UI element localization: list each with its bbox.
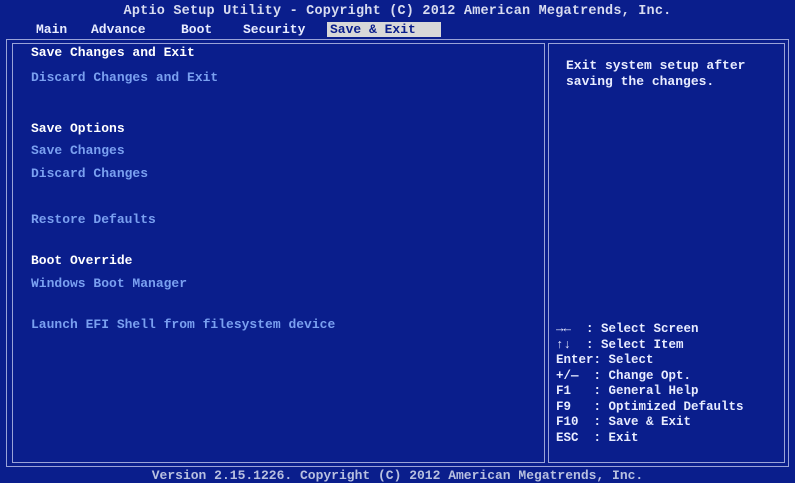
save-changes-and-exit-item[interactable]: Save Changes and Exit	[31, 45, 195, 60]
save-changes-item[interactable]: Save Changes	[31, 143, 125, 158]
discard-changes-and-exit-item[interactable]: Discard Changes and Exit	[31, 70, 218, 85]
key-enter-select: Enter: Select	[556, 353, 654, 367]
key-change-opt: +/— : Change Opt.	[556, 368, 692, 383]
boot-override-heading: Boot Override	[31, 253, 133, 268]
tab-save-exit[interactable]: Save & Exit	[327, 22, 441, 37]
key-save-exit: F10 : Save & Exit	[556, 415, 692, 429]
tab-security[interactable]: Security	[240, 22, 308, 37]
key-general-help: F1 : General Help	[556, 384, 699, 398]
key-select-item: ↑↓ : Select Item	[556, 337, 684, 352]
launch-efi-shell-item[interactable]: Launch EFI Shell from filesystem device	[31, 317, 335, 332]
windows-boot-manager-item[interactable]: Windows Boot Manager	[31, 276, 187, 291]
key-legend: →← : Select Screen ↑↓ : Select Item Ente…	[556, 322, 784, 446]
discard-changes-item[interactable]: Discard Changes	[31, 166, 148, 181]
tab-boot[interactable]: Boot	[178, 22, 215, 37]
tab-main[interactable]: Main	[33, 22, 70, 37]
save-options-heading: Save Options	[31, 121, 125, 136]
key-exit: ESC : Exit	[556, 430, 639, 445]
tab-advance[interactable]: Advance	[88, 22, 149, 37]
help-description: Exit system setup after saving the chang…	[566, 58, 746, 89]
key-select-screen: →← : Select Screen	[556, 322, 699, 336]
footer-version: Version 2.15.1226. Copyright (C) 2012 Am…	[151, 468, 644, 483]
window-title: Aptio Setup Utility - Copyright (C) 2012…	[123, 4, 672, 19]
key-optimized-defaults: F9 : Optimized Defaults	[556, 399, 744, 414]
restore-defaults-item[interactable]: Restore Defaults	[31, 212, 156, 227]
